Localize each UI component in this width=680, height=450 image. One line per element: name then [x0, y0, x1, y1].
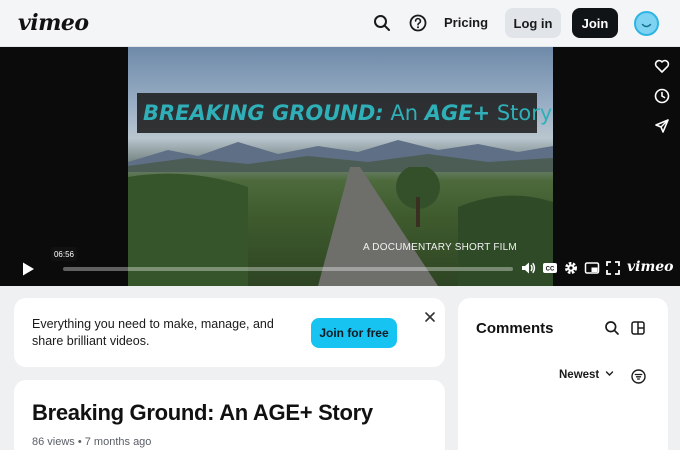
hover-time-tooltip: 06:56 — [51, 247, 77, 261]
promo-text: Everything you need to make, manage, and… — [32, 317, 274, 348]
pricing-link[interactable]: Pricing — [444, 15, 488, 30]
video-meta: 86 views • 7 months ago — [32, 436, 152, 448]
mountains-illustration — [128, 140, 553, 172]
pip-icon[interactable] — [584, 260, 600, 276]
join-button[interactable]: Join — [572, 8, 618, 38]
settings-icon[interactable] — [563, 260, 579, 276]
heart-icon[interactable] — [652, 56, 672, 76]
play-icon[interactable] — [20, 261, 36, 277]
close-icon[interactable] — [423, 310, 437, 324]
filter-icon[interactable] — [631, 369, 646, 384]
chevron-down-icon — [605, 369, 614, 381]
overlay-title-an: An — [383, 101, 425, 125]
panel-toggle-icon[interactable] — [630, 320, 646, 336]
help-icon[interactable] — [407, 12, 429, 34]
search-icon[interactable] — [371, 12, 393, 34]
top-navigation-bar: vimeo Pricing Log in Join — [0, 0, 680, 47]
overlay-title-bold: BREAKING GROUND: — [143, 101, 384, 125]
overlay-title-rest: Story — [490, 101, 553, 125]
video-title: Breaking Ground: An AGE+ Story — [32, 400, 373, 425]
vimeo-player-logo[interactable]: vimeo — [627, 259, 674, 275]
overlay-subtitle: A DOCUMENTARY SHORT FILM — [363, 242, 517, 253]
comments-panel: Comments Newest — [458, 298, 668, 450]
sort-label: Newest — [559, 369, 600, 381]
login-button[interactable]: Log in — [505, 8, 561, 38]
video-title-overlay: BREAKING GROUND: An AGE+ Story — [137, 93, 552, 133]
vimeo-logo[interactable]: vimeo — [18, 10, 89, 36]
video-player[interactable]: BREAKING GROUND: An AGE+ Story A DOCUMEN… — [0, 47, 680, 286]
signup-promo-card: Everything you need to make, manage, and… — [14, 298, 445, 367]
video-frame[interactable]: BREAKING GROUND: An AGE+ Story A DOCUMEN… — [128, 47, 553, 286]
send-icon[interactable] — [652, 116, 672, 136]
sort-dropdown[interactable]: Newest — [559, 369, 614, 381]
volume-icon[interactable] — [520, 260, 536, 276]
comments-title: Comments — [476, 320, 554, 337]
overlay-title-age: AGE+ — [424, 101, 491, 125]
cc-icon[interactable]: CC — [542, 260, 558, 276]
video-info-card: Breaking Ground: An AGE+ Story 86 views … — [14, 380, 445, 450]
svg-text:CC: CC — [546, 267, 555, 273]
comments-search-icon[interactable] — [604, 320, 620, 336]
join-for-free-button[interactable]: Join for free — [311, 318, 397, 348]
progress-scrubber[interactable] — [63, 267, 513, 271]
clock-icon[interactable] — [652, 86, 672, 106]
avatar[interactable] — [634, 11, 659, 36]
fullscreen-icon[interactable] — [605, 260, 621, 276]
